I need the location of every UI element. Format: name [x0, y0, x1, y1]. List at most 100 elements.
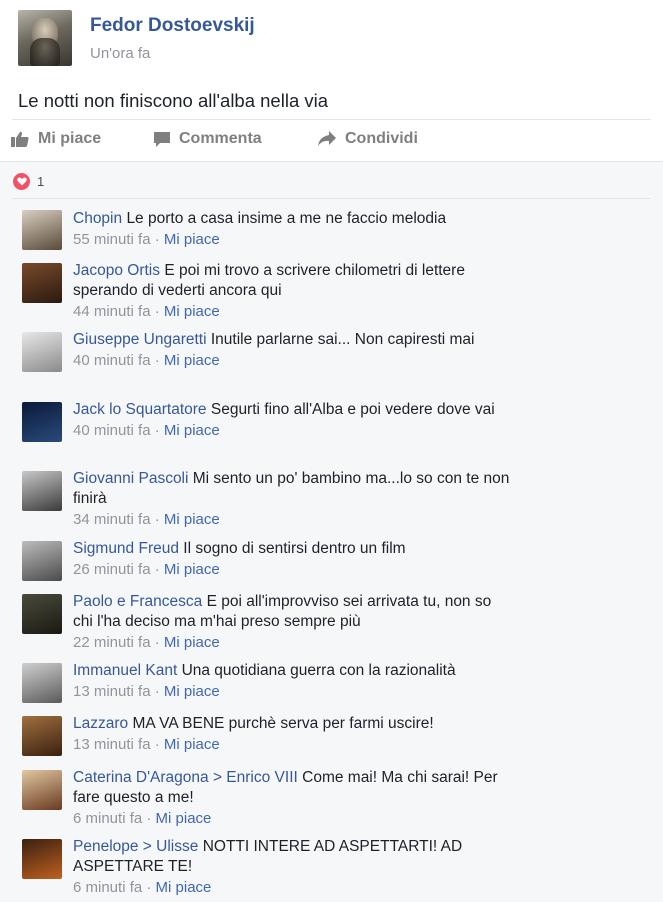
commenter-avatar[interactable] — [22, 541, 62, 581]
commenter-name[interactable]: Jack lo Squartatore — [73, 401, 207, 418]
commenter-name[interactable]: Caterina D'Aragona > Enrico VIII — [73, 769, 298, 786]
comment-content: Jack lo Squartatore Segurti fino all'Alb… — [73, 400, 513, 420]
comment-body: Paolo e Francesca E poi all'improvviso s… — [73, 592, 513, 653]
commenter-name[interactable]: Giovanni Pascoli — [73, 470, 188, 487]
commenter-name[interactable]: Chopin — [73, 210, 122, 227]
commenter-name[interactable]: Immanuel Kant — [73, 662, 177, 679]
commenter-avatar[interactable] — [22, 770, 62, 810]
share-arrow-icon — [318, 131, 336, 146]
commenter-name[interactable]: Jacopo Ortis — [73, 262, 160, 279]
separator-dot: · — [150, 231, 164, 248]
divider — [12, 198, 651, 199]
comment-time[interactable]: 55 minuti fa — [73, 231, 151, 248]
comment-content: Lazzaro MA VA BENE purchè serva per farm… — [73, 714, 513, 734]
comment-text: Inutile parlarne sai... Non capiresti ma… — [210, 331, 475, 348]
comment-content: Caterina D'Aragona > Enrico VIII Come ma… — [73, 768, 513, 808]
author-avatar[interactable] — [18, 10, 72, 66]
comment-like-link[interactable]: Mi piace — [164, 422, 220, 439]
post-text: Le notti non finiscono all'alba nella vi… — [18, 90, 329, 111]
separator-dot: · — [150, 303, 164, 320]
comment-time[interactable]: 6 minuti fa — [73, 879, 142, 896]
comment-body: Giuseppe Ungaretti Inutile parlarne sai.… — [73, 330, 513, 371]
post-timestamp[interactable]: Un'ora fa — [90, 45, 150, 62]
separator-dot: · — [150, 561, 164, 578]
share-button[interactable]: Condividi — [317, 130, 418, 148]
comment-body: Giovanni Pascoli Mi sento un po' bambino… — [73, 469, 513, 530]
separator-dot: · — [150, 683, 164, 700]
comment-like-link[interactable]: Mi piace — [164, 303, 220, 320]
comment-time[interactable]: 6 minuti fa — [73, 810, 142, 827]
comment-content: Sigmund Freud Il sogno di sentirsi dentr… — [73, 539, 513, 559]
comment-time[interactable]: 44 minuti fa — [73, 303, 151, 320]
comment-button[interactable]: Commenta — [153, 130, 262, 148]
comment-text: Il sogno di sentirsi dentro un film — [183, 540, 406, 557]
like-button[interactable]: Mi piace — [10, 130, 101, 148]
commenter-name[interactable]: Paolo e Francesca — [73, 593, 202, 610]
comment-like-link[interactable]: Mi piace — [156, 879, 212, 896]
comment-meta: 13 minuti fa · Mi piace — [73, 735, 513, 755]
separator-dot: · — [150, 634, 164, 651]
commenter-avatar[interactable] — [22, 210, 62, 250]
commenter-name[interactable]: Lazzaro — [73, 715, 128, 732]
comment-like-link[interactable]: Mi piace — [164, 561, 220, 578]
comment-content: Giovanni Pascoli Mi sento un po' bambino… — [73, 469, 513, 509]
comment-label: Commenta — [179, 130, 262, 147]
comment-meta: 6 minuti fa · Mi piace — [73, 878, 513, 898]
commenter-avatar[interactable] — [22, 663, 62, 703]
comment-like-link[interactable]: Mi piace — [156, 810, 212, 827]
thumbs-up-icon — [11, 131, 29, 147]
comment-time[interactable]: 40 minuti fa — [73, 352, 151, 369]
commenter-avatar[interactable] — [22, 471, 62, 511]
comment-like-link[interactable]: Mi piace — [164, 352, 220, 369]
comment-content: Chopin Le porto a casa insime a me ne fa… — [73, 209, 513, 229]
commenter-avatar[interactable] — [22, 594, 62, 634]
commenter-avatar[interactable] — [22, 402, 62, 442]
commenter-name[interactable]: Sigmund Freud — [73, 540, 179, 557]
comment-body: Jack lo Squartatore Segurti fino all'Alb… — [73, 400, 513, 441]
comment-text: Una quotidiana guerra con la razionalità — [181, 662, 456, 679]
like-label: Mi piace — [38, 130, 102, 147]
comment-like-link[interactable]: Mi piace — [164, 511, 220, 528]
comment-like-link[interactable]: Mi piace — [164, 231, 220, 248]
comment-time[interactable]: 22 minuti fa — [73, 634, 151, 651]
comment-like-link[interactable]: Mi piace — [164, 736, 220, 753]
reactions-summary[interactable]: 1 — [12, 172, 44, 191]
comment-content: Paolo e Francesca E poi all'improvviso s… — [73, 592, 513, 632]
comment-meta: 44 minuti fa · Mi piace — [73, 302, 513, 322]
comment-text: Segurti fino all'Alba e poi vedere dove … — [210, 401, 495, 418]
comment-meta: 6 minuti fa · Mi piace — [73, 809, 513, 829]
comment-time[interactable]: 13 minuti fa — [73, 736, 151, 753]
comment-content: Giuseppe Ungaretti Inutile parlarne sai.… — [73, 330, 513, 350]
comment-time[interactable]: 40 minuti fa — [73, 422, 151, 439]
comment-body: Lazzaro MA VA BENE purchè serva per farm… — [73, 714, 513, 755]
commenter-avatar[interactable] — [22, 263, 62, 303]
commenter-avatar[interactable] — [22, 839, 62, 879]
comment-time[interactable]: 13 minuti fa — [73, 683, 151, 700]
comment-meta: 55 minuti fa · Mi piace — [73, 230, 513, 250]
comment-like-link[interactable]: Mi piace — [164, 634, 220, 651]
action-bar: Mi piace Commenta Condividi — [0, 126, 663, 156]
author-name[interactable]: Fedor Dostoevskij — [90, 15, 255, 37]
comment-time[interactable]: 26 minuti fa — [73, 561, 151, 578]
comment-text: Le porto a casa insime a me ne faccio me… — [126, 210, 447, 227]
commenter-name[interactable]: Giuseppe Ungaretti — [73, 331, 207, 348]
divider — [12, 119, 651, 120]
commenter-name[interactable]: Penelope > Ulisse — [73, 838, 198, 855]
comment-body: Sigmund Freud Il sogno di sentirsi dentr… — [73, 539, 513, 580]
comment-content: Immanuel Kant Una quotidiana guerra con … — [73, 661, 513, 681]
commenter-avatar[interactable] — [22, 716, 62, 756]
comment-icon — [154, 132, 170, 147]
comment-meta: 40 minuti fa · Mi piace — [73, 351, 513, 371]
comment-body: Chopin Le porto a casa insime a me ne fa… — [73, 209, 513, 250]
comment-time[interactable]: 34 minuti fa — [73, 511, 151, 528]
reaction-count: 1 — [37, 174, 45, 189]
comment-meta: 22 minuti fa · Mi piace — [73, 633, 513, 653]
comment-body: Penelope > Ulisse NOTTI INTERE AD ASPETT… — [73, 837, 513, 898]
comment-body: Jacopo Ortis E poi mi trovo a scrivere c… — [73, 261, 513, 322]
comments-section: 1 Chopin Le porto a casa insime a me ne … — [0, 161, 663, 902]
comment-body: Caterina D'Aragona > Enrico VIII Come ma… — [73, 768, 513, 829]
comment-text: MA VA BENE purchè serva per farmi uscire… — [132, 715, 434, 732]
comment-like-link[interactable]: Mi piace — [164, 683, 220, 700]
share-label: Condividi — [345, 130, 418, 147]
commenter-avatar[interactable] — [22, 332, 62, 372]
